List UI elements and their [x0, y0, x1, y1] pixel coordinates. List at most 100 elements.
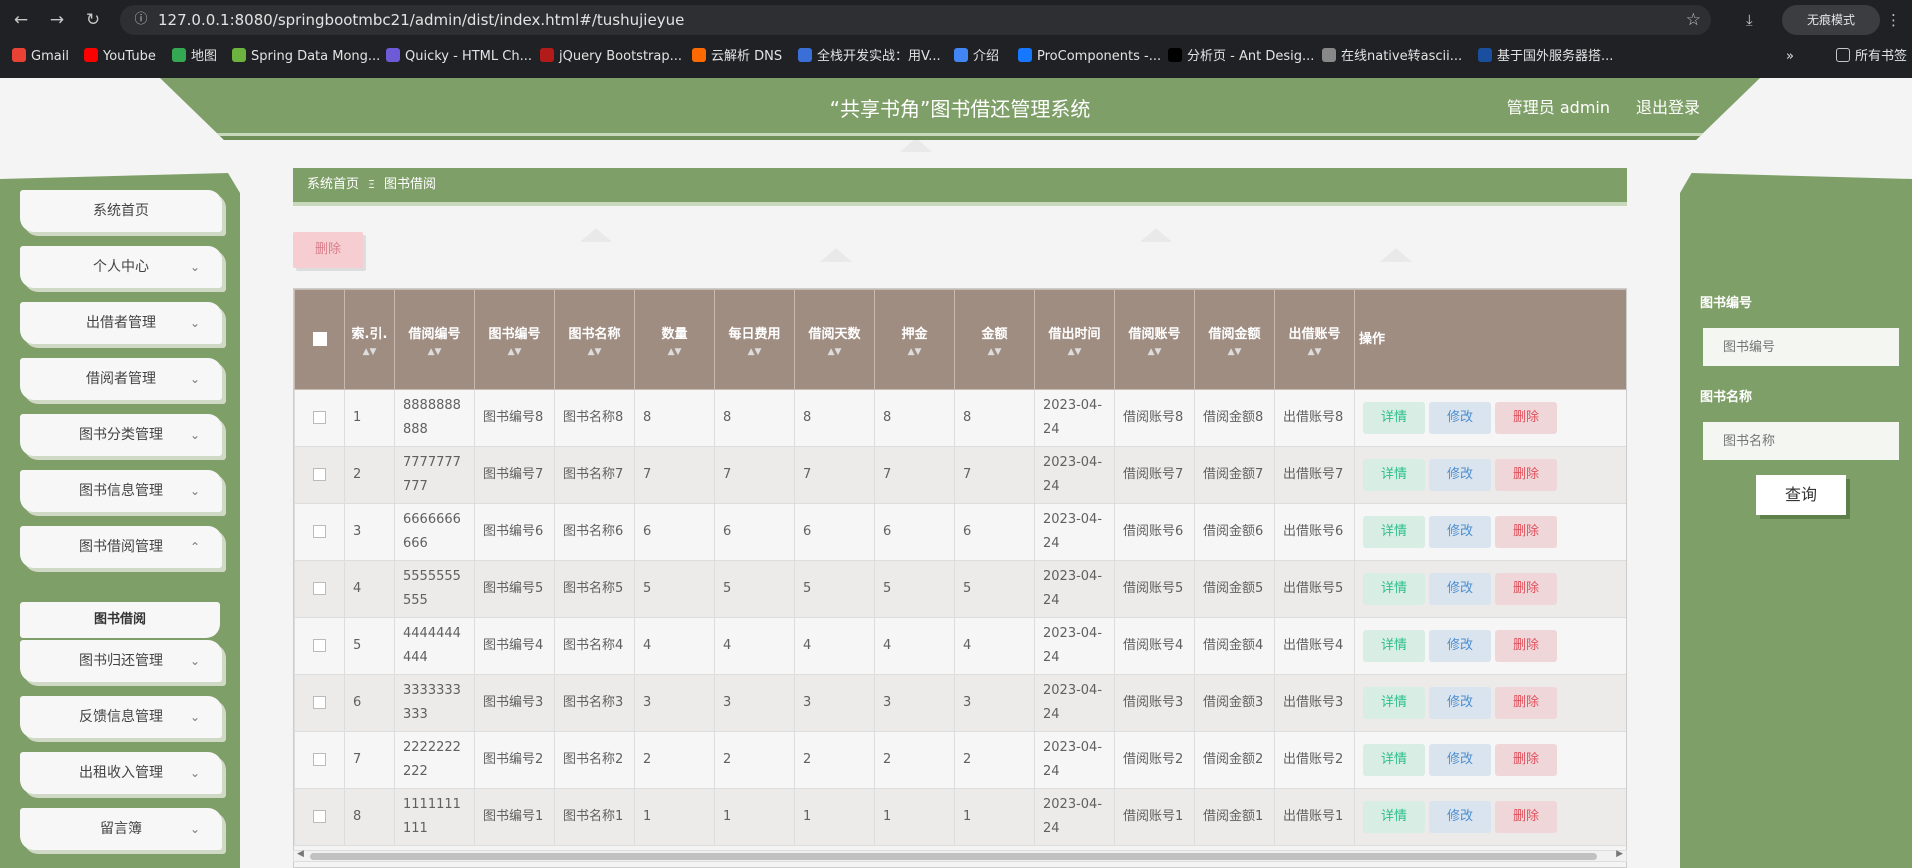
sidebar-item[interactable]: 出借者管理 ⌄	[20, 302, 222, 344]
sort-icon[interactable]: ▲▼	[799, 347, 870, 357]
column-header[interactable]: 押金 ▲▼	[874, 289, 955, 390]
bookmark-item[interactable]: ProComponents -...	[1018, 46, 1161, 68]
column-header[interactable]: 图书编号 ▲▼	[474, 289, 555, 390]
address-bar[interactable]: ⓘ 127.0.0.1:8080/springbootmbc21/admin/d…	[120, 5, 1711, 35]
bookmark-item[interactable]: 云解析 DNS	[692, 46, 782, 68]
sort-icon[interactable]: ▲▼	[1119, 347, 1190, 357]
sort-icon[interactable]: ▲▼	[559, 347, 630, 357]
row-checkbox[interactable]	[313, 810, 326, 823]
bookmark-item[interactable]: 地图	[172, 46, 217, 68]
detail-button[interactable]: 详情	[1363, 516, 1425, 548]
sort-icon[interactable]: ▲▼	[479, 347, 550, 357]
column-header[interactable]: 借阅天数 ▲▼	[794, 289, 875, 390]
forward-arrow-icon[interactable]: →	[44, 8, 70, 32]
column-header[interactable]: 金额 ▲▼	[954, 289, 1035, 390]
sidebar-item[interactable]: 图书借阅管理 ⌃	[20, 526, 222, 568]
bookmark-item[interactable]: jQuery Bootstrap...	[540, 46, 682, 68]
edit-button[interactable]: 修改	[1429, 744, 1491, 776]
edit-button[interactable]: 修改	[1429, 801, 1491, 833]
row-checkbox[interactable]	[313, 639, 326, 652]
row-checkbox[interactable]	[313, 696, 326, 709]
edit-button[interactable]: 修改	[1429, 516, 1491, 548]
column-header[interactable]: 借阅账号 ▲▼	[1114, 289, 1195, 390]
row-checkbox[interactable]	[313, 582, 326, 595]
column-header[interactable]: 数量 ▲▼	[634, 289, 715, 390]
delete-button[interactable]: 删除	[1495, 516, 1557, 548]
row-checkbox[interactable]	[313, 525, 326, 538]
sort-icon[interactable]: ▲▼	[639, 347, 710, 357]
edit-button[interactable]: 修改	[1429, 630, 1491, 662]
detail-button[interactable]: 详情	[1363, 687, 1425, 719]
column-header[interactable]: 出借账号 ▲▼	[1274, 289, 1355, 390]
bookmark-star-icon[interactable]: ☆	[1686, 10, 1701, 30]
column-header[interactable]: 每日费用 ▲▼	[714, 289, 795, 390]
delete-button[interactable]: 删除	[1495, 573, 1557, 605]
select-all-header[interactable]	[294, 289, 345, 390]
column-header[interactable]: 借阅编号 ▲▼	[394, 289, 475, 390]
sidebar-item[interactable]: 个人中心 ⌄	[20, 246, 222, 288]
detail-button[interactable]: 详情	[1363, 459, 1425, 491]
sidebar-item[interactable]: 图书信息管理 ⌄	[20, 470, 222, 512]
bookmark-item[interactable]: 分析页 - Ant Desig...	[1168, 46, 1314, 68]
detail-button[interactable]: 详情	[1363, 744, 1425, 776]
download-icon[interactable]: ⤓	[1746, 8, 1753, 32]
bookmark-item[interactable]: 基于国外服务器搭...	[1478, 46, 1613, 68]
sort-icon[interactable]: ▲▼	[399, 347, 470, 357]
bookmark-item[interactable]: Gmail	[12, 46, 69, 68]
detail-button[interactable]: 详情	[1363, 630, 1425, 662]
row-checkbox[interactable]	[313, 753, 326, 766]
detail-button[interactable]: 详情	[1363, 801, 1425, 833]
row-checkbox[interactable]	[313, 411, 326, 424]
incognito-badge[interactable]: 无痕模式	[1782, 5, 1880, 35]
book-no-input[interactable]	[1703, 328, 1899, 366]
bookmark-item[interactable]: Spring Data Mong...	[232, 46, 380, 68]
sort-icon[interactable]: ▲▼	[1199, 347, 1270, 357]
menu-dots-icon[interactable]: ⋮	[1886, 8, 1901, 32]
sort-icon[interactable]: ▲▼	[719, 347, 790, 357]
sort-icon[interactable]: ▲▼	[1279, 347, 1350, 357]
batch-delete-button[interactable]: 删除	[293, 232, 363, 268]
column-header[interactable]: 索.引. ▲▼	[344, 289, 395, 390]
book-name-input[interactable]	[1703, 422, 1899, 460]
select-all-checkbox[interactable]	[312, 332, 327, 346]
sidebar-subitem-tushujieyue[interactable]: 图书借阅	[20, 602, 220, 638]
delete-button[interactable]: 删除	[1495, 687, 1557, 719]
sidebar-item[interactable]: 系统首页	[20, 190, 222, 232]
bookmarks-overflow-icon[interactable]: »	[1786, 46, 1794, 68]
column-header[interactable]: 借出时间 ▲▼	[1034, 289, 1115, 390]
delete-button[interactable]: 删除	[1495, 744, 1557, 776]
all-bookmarks-folder[interactable]: 所有书签	[1836, 46, 1907, 68]
bookmark-item[interactable]: Quicky - HTML Ch...	[386, 46, 532, 68]
sort-icon[interactable]: ▲▼	[959, 347, 1030, 357]
horizontal-scrollbar[interactable]: ◀ ▶	[293, 849, 1627, 862]
bookmark-item[interactable]: YouTube	[84, 46, 156, 68]
bookmark-item[interactable]: 介绍	[954, 46, 999, 68]
detail-button[interactable]: 详情	[1363, 402, 1425, 434]
sidebar-item[interactable]: 留言簿 ⌄	[20, 808, 222, 850]
scroll-right-icon[interactable]: ▶	[1616, 849, 1623, 859]
url-text[interactable]: 127.0.0.1:8080/springbootmbc21/admin/dis…	[158, 11, 684, 29]
bookmark-item[interactable]: 在线native转ascii...	[1322, 46, 1462, 68]
sort-icon[interactable]: ▲▼	[349, 347, 390, 357]
sidebar-item[interactable]: 图书分类管理 ⌄	[20, 414, 222, 456]
back-arrow-icon[interactable]: ←	[8, 8, 34, 32]
edit-button[interactable]: 修改	[1429, 687, 1491, 719]
search-button[interactable]: 查询	[1756, 475, 1846, 515]
reload-icon[interactable]: ↻	[80, 8, 106, 32]
edit-button[interactable]: 修改	[1429, 402, 1491, 434]
sidebar-item[interactable]: 图书归还管理 ⌄	[20, 640, 222, 682]
sidebar-item[interactable]: 出租收入管理 ⌄	[20, 752, 222, 794]
scrollbar-thumb[interactable]	[310, 853, 1597, 860]
site-info-icon[interactable]: ⓘ	[132, 11, 150, 29]
row-checkbox[interactable]	[313, 468, 326, 481]
delete-button[interactable]: 删除	[1495, 630, 1557, 662]
delete-button[interactable]: 删除	[1495, 402, 1557, 434]
bookmark-item[interactable]: 全栈开发实战：用V...	[798, 46, 941, 68]
sort-icon[interactable]: ▲▼	[879, 347, 950, 357]
logout-link[interactable]: 退出登录	[1636, 96, 1700, 120]
detail-button[interactable]: 详情	[1363, 573, 1425, 605]
edit-button[interactable]: 修改	[1429, 459, 1491, 491]
edit-button[interactable]: 修改	[1429, 573, 1491, 605]
column-header[interactable]: 图书名称 ▲▼	[554, 289, 635, 390]
sidebar-item[interactable]: 借阅者管理 ⌄	[20, 358, 222, 400]
